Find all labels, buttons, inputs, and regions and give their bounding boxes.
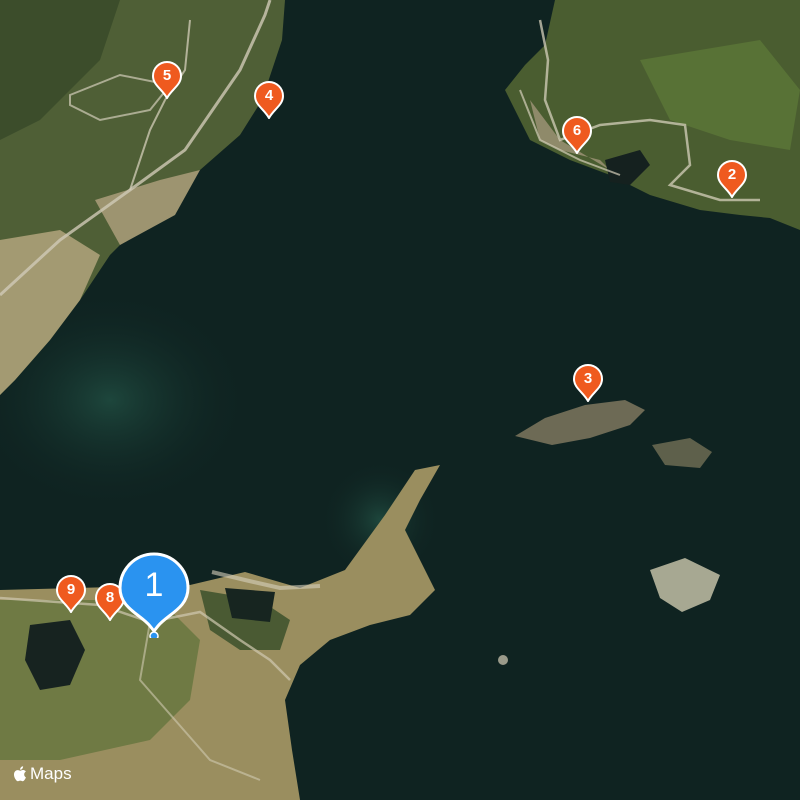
maps-attribution[interactable]: Maps bbox=[12, 764, 72, 784]
map-marker-label: 6 bbox=[572, 122, 582, 139]
map-marker-label: 4 bbox=[264, 87, 274, 104]
map-marker-label: 1 bbox=[144, 566, 164, 604]
map-marker-label: 3 bbox=[583, 370, 593, 387]
map-view[interactable]: 2 3 4 5 6 8 9 1 Maps bbox=[0, 0, 800, 800]
apple-logo-icon bbox=[13, 766, 26, 782]
map-marker-label: 5 bbox=[162, 67, 172, 84]
map-marker[interactable]: 3 bbox=[573, 364, 603, 402]
map-marker[interactable]: 5 bbox=[152, 61, 182, 99]
map-marker-label: 2 bbox=[727, 166, 737, 183]
map-marker[interactable]: 2 bbox=[717, 160, 747, 198]
map-marker[interactable]: 9 bbox=[56, 575, 86, 613]
attribution-text: Maps bbox=[30, 764, 72, 783]
map-marker[interactable]: 6 bbox=[562, 116, 592, 154]
map-marker[interactable]: 4 bbox=[254, 81, 284, 119]
satellite-imagery bbox=[0, 0, 800, 800]
selected-map-marker[interactable]: 1 bbox=[118, 552, 190, 638]
map-marker-label: 9 bbox=[66, 581, 76, 598]
